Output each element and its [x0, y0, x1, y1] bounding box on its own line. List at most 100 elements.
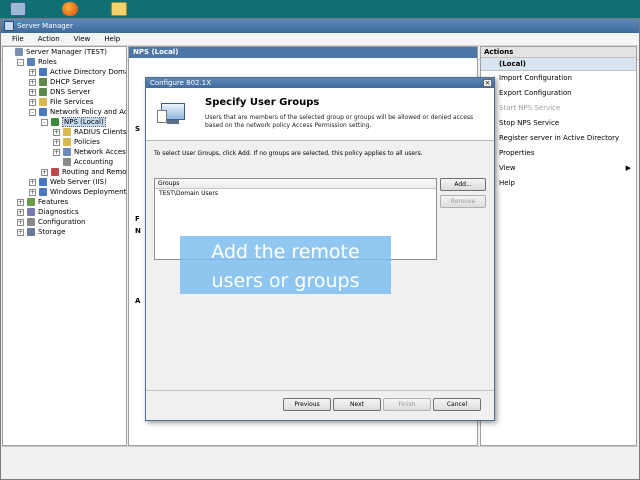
action-item-label: Stop NPS Service — [499, 119, 560, 127]
tree-item[interactable]: + Web Server (IIS) — [3, 177, 126, 187]
tree-item[interactable]: + File Services — [3, 97, 126, 107]
action-item[interactable]: Export Configuration — [481, 86, 636, 101]
wizard-heading: Specify User Groups — [205, 97, 320, 108]
caption-line-1: Add the remote — [211, 241, 360, 263]
action-item-label: Register server in Active Directory — [499, 134, 620, 142]
dialog-title-bar: Configure 802.1X × — [146, 78, 494, 88]
expand-icon[interactable]: + — [53, 149, 60, 156]
submenu-arrow-icon: ▶ — [625, 164, 631, 172]
tree-item-label: Network Access Pro — [74, 148, 126, 156]
tree-item[interactable]: - Network Policy and Access — [3, 107, 126, 117]
group-row[interactable]: TEST\Domain Users — [155, 189, 436, 199]
expand-icon[interactable]: + — [53, 129, 60, 136]
tree-item[interactable]: + Network Access Pro — [3, 147, 126, 157]
tree-item-label: Web Server (IIS) — [50, 178, 107, 186]
tree-item-label: Policies — [74, 138, 100, 146]
actions-section-local[interactable]: (Local) — [481, 58, 636, 71]
actions-header: Actions — [481, 47, 636, 58]
tree-item[interactable]: + RADIUS Clients and — [3, 127, 126, 137]
server-manager-taskbar-icon[interactable] — [10, 2, 26, 16]
shield-icon — [63, 148, 71, 156]
tree-item[interactable]: - Roles — [3, 57, 126, 67]
expand-icon[interactable]: + — [29, 179, 36, 186]
action-item[interactable]: Start NPS Service — [481, 101, 636, 116]
tree-item[interactable]: + Active Directory Domain Se — [3, 67, 126, 77]
expand-icon[interactable]: + — [17, 209, 24, 216]
tree-item[interactable]: + Features — [3, 197, 126, 207]
tree-item[interactable]: + Routing and Remote Ac — [3, 167, 126, 177]
dialog-separator — [146, 390, 494, 391]
tree-item-label: Storage — [38, 228, 66, 236]
menu-action[interactable]: Action — [31, 33, 67, 45]
action-item[interactable]: Register server in Active Directory — [481, 131, 636, 146]
dhcp-icon — [39, 78, 47, 86]
action-item-label: Import Configuration — [499, 74, 572, 82]
window-title-bar: Server Manager — [1, 19, 639, 33]
action-item-label: Help — [499, 179, 515, 187]
expand-icon[interactable]: + — [29, 189, 36, 196]
menu-view[interactable]: View — [67, 33, 98, 45]
previous-button[interactable]: Previous — [283, 398, 331, 411]
folder-taskbar-icon[interactable] — [111, 2, 127, 16]
next-button[interactable]: Next — [333, 398, 381, 411]
roles-icon — [27, 58, 35, 66]
collapse-icon[interactable]: - — [29, 109, 36, 116]
results-section-stub: S — [135, 125, 141, 133]
folder-icon — [63, 138, 71, 146]
deploy-icon — [39, 188, 47, 196]
network-icon — [39, 108, 47, 116]
menu-file[interactable]: File — [5, 33, 31, 45]
tree-item[interactable]: + DHCP Server — [3, 77, 126, 87]
action-item-label: Export Configuration — [499, 89, 572, 97]
results-pane-header: NPS (Local) — [129, 47, 477, 58]
expand-icon[interactable]: + — [29, 99, 36, 106]
expand-icon[interactable]: + — [29, 79, 36, 86]
tree-item[interactable]: Server Manager (TEST) — [3, 47, 126, 57]
wizard-description: Users that are members of the selected g… — [205, 114, 474, 129]
collapse-icon[interactable]: - — [17, 59, 24, 66]
finish-button[interactable]: Finish — [383, 398, 431, 411]
instruction-text: To select User Groups, click Add. If no … — [154, 150, 423, 157]
expand-icon[interactable]: + — [17, 229, 24, 236]
tree-item[interactable]: + Storage — [3, 227, 126, 237]
expand-icon[interactable]: + — [29, 69, 36, 76]
add-button[interactable]: Add... — [440, 178, 486, 191]
expand-icon[interactable]: + — [41, 169, 48, 176]
tree-item-label: Windows Deployment Servi — [50, 188, 127, 196]
tree-item-label: NPS (Local) — [62, 117, 106, 127]
caption-line-2: users or groups — [211, 270, 360, 292]
status-bar — [2, 446, 638, 458]
action-item-label: View — [499, 164, 516, 172]
accounting-icon — [63, 158, 71, 166]
tree-item[interactable]: Accounting — [3, 157, 126, 167]
expand-icon[interactable]: + — [17, 219, 24, 226]
remove-button[interactable]: Remove — [440, 195, 486, 208]
cancel-button[interactable]: Cancel — [433, 398, 481, 411]
firefox-taskbar-icon[interactable] — [62, 2, 78, 16]
expand-icon[interactable]: + — [29, 89, 36, 96]
taskbar — [0, 0, 640, 18]
tree-item[interactable]: + Windows Deployment Servi — [3, 187, 126, 197]
nps-icon — [51, 118, 59, 126]
console-tree: Server Manager (TEST) - Roles + Active Direc… — [2, 46, 127, 446]
action-item-label: Start NPS Service — [499, 104, 561, 112]
tree-item[interactable]: + DNS Server — [3, 87, 126, 97]
tree-item[interactable]: + Configuration — [3, 217, 126, 227]
tutorial-caption: Add the remote users or groups — [180, 236, 391, 294]
tree-item-label: Accounting — [74, 158, 114, 166]
expand-icon[interactable]: + — [17, 199, 24, 206]
action-item[interactable]: Stop NPS Service — [481, 116, 636, 131]
tree-item[interactable]: - NPS (Local) — [3, 117, 126, 127]
collapse-icon[interactable]: - — [41, 119, 48, 126]
menu-help[interactable]: Help — [97, 33, 127, 45]
action-item[interactable]: Help — [481, 176, 636, 191]
action-item[interactable]: Properties — [481, 146, 636, 161]
tree-item[interactable]: + Diagnostics — [3, 207, 126, 217]
groups-column-header[interactable]: Groups — [155, 179, 436, 189]
tree-item-label: DNS Server — [50, 88, 91, 96]
action-item[interactable]: View ▶ — [481, 161, 636, 176]
expand-icon[interactable]: + — [53, 139, 60, 146]
close-icon[interactable]: × — [483, 79, 492, 87]
tree-item[interactable]: + Policies — [3, 137, 126, 147]
action-item[interactable]: Import Configuration — [481, 71, 636, 86]
